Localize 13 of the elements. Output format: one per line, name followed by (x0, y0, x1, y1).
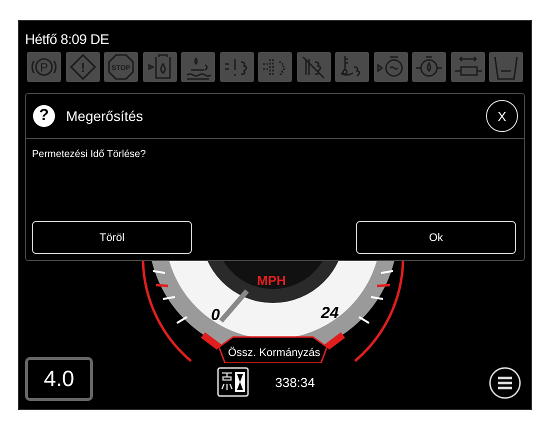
delete-button[interactable]: Töröl (32, 221, 192, 254)
gauge-label: Össz. Kormányzás (228, 347, 320, 359)
gauge-min-label: 0 (211, 307, 220, 325)
speed-unit: MPH (257, 273, 286, 288)
spray-time-value: 338:34 (275, 374, 315, 390)
date-time: Hétfő 8:09 DE (25, 31, 110, 47)
ok-button[interactable]: Ok (356, 221, 516, 254)
question-icon: ? (33, 105, 55, 127)
dialog-message: Permetezési Idő Törlése? (31, 148, 147, 162)
dialog-title: Megerősítés (66, 108, 144, 124)
rate-display[interactable]: 4.0 (25, 357, 93, 401)
gauge-max-label: 24 (321, 305, 339, 323)
close-button[interactable]: X (486, 100, 518, 132)
